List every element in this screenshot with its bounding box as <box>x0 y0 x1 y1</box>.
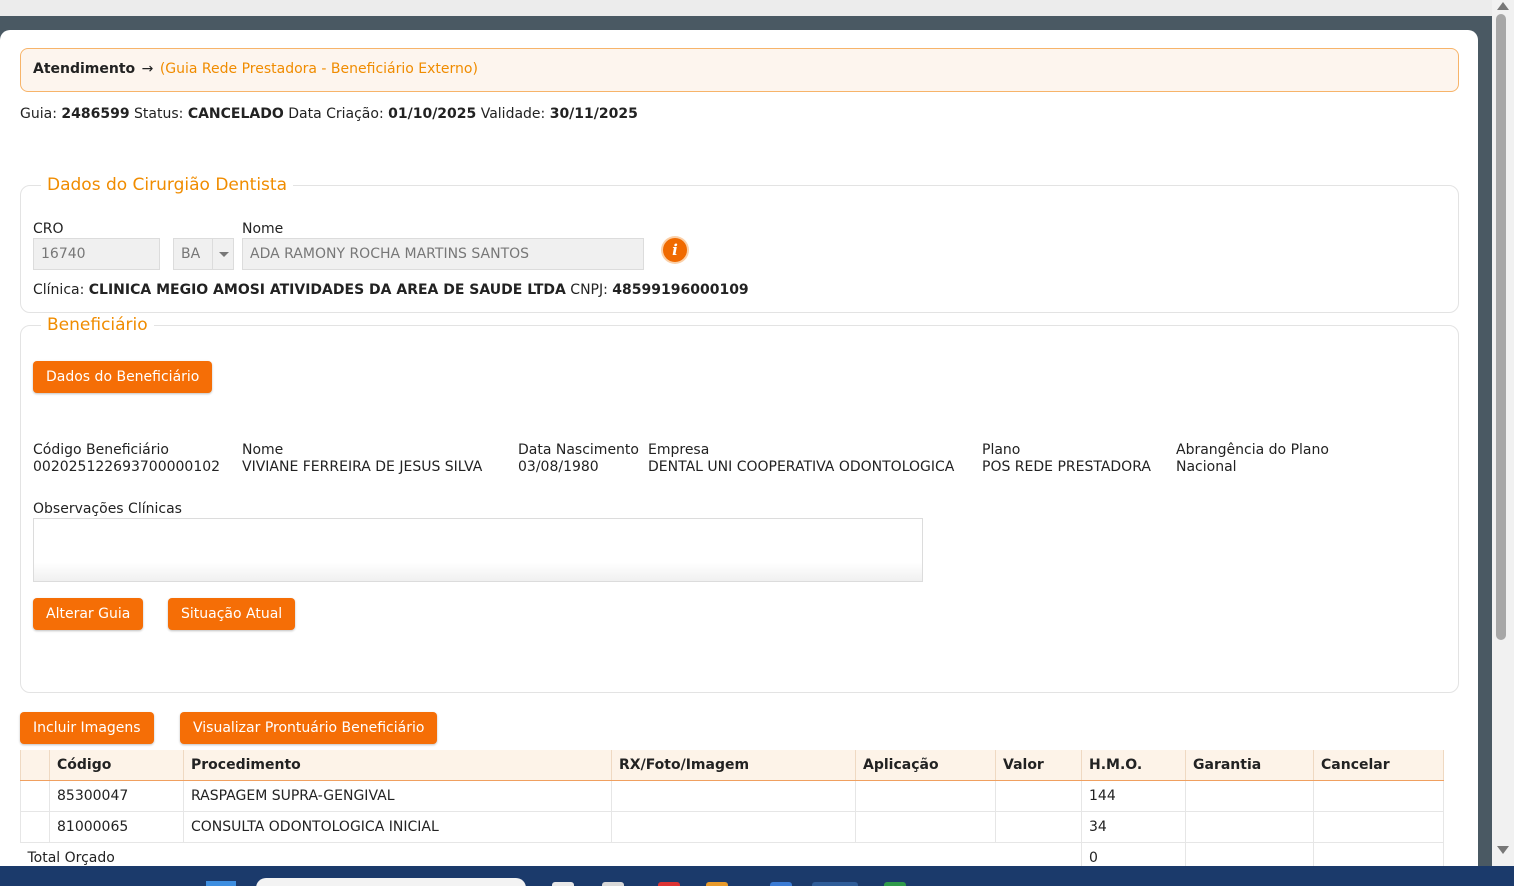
company: DENTAL UNI COOPERATIVA ODONTOLOGICA <box>648 459 955 475</box>
dentist-section-title: Dados do Cirurgião Dentista <box>47 175 287 195</box>
clinic-name: CLINICA MEGIO AMOSI ATIVIDADES DA AREA D… <box>88 282 566 298</box>
beneficiary-section: Beneficiário <box>20 315 1459 693</box>
breadcrumb-arrow: → <box>141 61 154 77</box>
validity-label: Validade: <box>480 106 546 122</box>
procedure-cell: CONSULTA ODONTOLOGICA INICIAL <box>183 811 612 843</box>
code-cell: 81000065 <box>49 811 184 843</box>
company-label: Empresa <box>648 442 710 458</box>
value-cell <box>995 811 1082 843</box>
taskbar-app-icon[interactable] <box>602 882 624 886</box>
col-application: Aplicação <box>855 750 996 781</box>
plan-coverage: Nacional <box>1176 459 1237 475</box>
taskbar-app-icon[interactable] <box>770 882 792 886</box>
row-select-cell[interactable] <box>20 811 50 843</box>
guide-summary: Guia: 2486599 Status: CANCELADO Data Cri… <box>20 106 638 122</box>
guide-status: CANCELADO <box>187 106 284 122</box>
plan: POS REDE PRESTADORA <box>982 459 1151 475</box>
beneficiary-name-label: Nome <box>242 442 284 458</box>
include-images-button[interactable]: Incluir Imagens <box>20 712 154 744</box>
view-record-button[interactable]: Visualizar Prontuário Beneficiário <box>180 712 438 744</box>
col-value: Valor <box>995 750 1082 781</box>
alter-guide-button[interactable]: Alterar Guia <box>33 598 144 630</box>
page-scrollbar[interactable] <box>1492 0 1514 866</box>
warranty-cell <box>1185 780 1314 812</box>
col-hmo: H.M.O. <box>1081 750 1186 781</box>
validity-date: 30/11/2025 <box>549 106 638 122</box>
clinical-notes-label: Observações Clínicas <box>33 501 182 517</box>
table-row[interactable]: 85300047 RASPAGEM SUPRA-GENGIVAL 144 <box>20 780 1444 812</box>
beneficiary-data-button[interactable]: Dados do Beneficiário <box>33 361 213 393</box>
value-cell <box>995 780 1082 812</box>
col-procedure: Procedimento <box>183 750 612 781</box>
breadcrumb: Atendimento → (Guia Rede Prestadora - Be… <box>20 48 1459 92</box>
col-select <box>20 750 50 781</box>
col-cancel: Cancelar <box>1313 750 1444 781</box>
warranty-cell <box>1185 811 1314 843</box>
browser-top-strip <box>0 0 1492 16</box>
guide-panel: Atendimento → (Guia Rede Prestadora - Be… <box>0 30 1478 870</box>
taskbar-active-app-icon[interactable] <box>812 882 858 886</box>
rx-image-cell <box>611 811 856 843</box>
taskbar-app-icon[interactable] <box>884 882 906 886</box>
scroll-down-icon[interactable] <box>1497 846 1509 854</box>
application-cell <box>855 780 996 812</box>
table-header-row: Código Procedimento RX/Foto/Imagem Aplic… <box>20 750 1444 781</box>
hmo-cell: 144 <box>1081 780 1186 812</box>
cancel-cell[interactable] <box>1313 780 1444 812</box>
table-row[interactable]: 81000065 CONSULTA ODONTOLOGICA INICIAL 3… <box>20 811 1444 843</box>
col-warranty: Garantia <box>1185 750 1314 781</box>
rx-image-cell <box>611 780 856 812</box>
cnpj-value: 48599196000109 <box>612 282 749 298</box>
dentist-name-field[interactable]: ADA RAMONY ROCHA MARTINS SANTOS <box>242 238 644 270</box>
plan-coverage-label: Abrangência do Plano <box>1176 442 1329 458</box>
plan-label: Plano <box>982 442 1021 458</box>
windows-start-icon[interactable] <box>206 881 236 886</box>
guide-number: 2486599 <box>61 106 130 122</box>
clinical-notes-textarea[interactable] <box>33 518 923 582</box>
os-taskbar <box>0 866 1514 886</box>
cancel-cell[interactable] <box>1313 811 1444 843</box>
breadcrumb-current: (Guia Rede Prestadora - Beneficiário Ext… <box>159 61 478 77</box>
taskbar-search[interactable] <box>256 878 526 886</box>
hmo-cell: 34 <box>1081 811 1186 843</box>
col-rx-image: RX/Foto/Imagem <box>611 750 856 781</box>
status-label: Status: <box>134 106 184 122</box>
guide-number-label: Guia: <box>20 106 57 122</box>
code-cell: 85300047 <box>49 780 184 812</box>
cro-field[interactable]: 16740 <box>33 238 160 270</box>
chevron-down-icon[interactable] <box>212 238 234 270</box>
clinic-line: Clínica: CLINICA MEGIO AMOSI ATIVIDADES … <box>33 282 749 298</box>
taskbar-app-icon[interactable] <box>706 882 728 886</box>
created-date: 01/10/2025 <box>388 106 477 122</box>
beneficiary-code-label: Código Beneficiário <box>33 442 169 458</box>
beneficiary-section-title: Beneficiário <box>47 315 148 335</box>
procedure-cell: RASPAGEM SUPRA-GENGIVAL <box>183 780 612 812</box>
scrollbar-thumb[interactable] <box>1496 14 1506 640</box>
scroll-up-icon[interactable] <box>1497 2 1509 10</box>
col-code: Código <box>49 750 184 781</box>
clinic-label: Clínica: <box>33 282 85 298</box>
current-situation-button[interactable]: Situação Atual <box>168 598 296 630</box>
uf-select[interactable]: BA <box>173 238 213 270</box>
birthdate: 03/08/1980 <box>518 459 599 475</box>
info-icon[interactable]: i <box>663 238 687 262</box>
taskbar-app-icon[interactable] <box>658 882 680 886</box>
application-cell <box>855 811 996 843</box>
taskbar-app-icon[interactable] <box>552 882 574 886</box>
dentist-name-label: Nome <box>242 221 284 237</box>
row-select-cell[interactable] <box>20 780 50 812</box>
cnpj-label: CNPJ: <box>570 282 608 298</box>
procedures-table: Código Procedimento RX/Foto/Imagem Aplic… <box>20 750 1444 870</box>
created-label: Data Criação: <box>288 106 384 122</box>
birthdate-label: Data Nascimento <box>518 442 639 458</box>
beneficiary-name: VIVIANE FERREIRA DE JESUS SILVA <box>242 459 483 475</box>
beneficiary-code: 002025122693700000102 <box>33 459 221 475</box>
cro-label: CRO <box>33 221 64 237</box>
breadcrumb-root: Atendimento <box>33 61 136 77</box>
